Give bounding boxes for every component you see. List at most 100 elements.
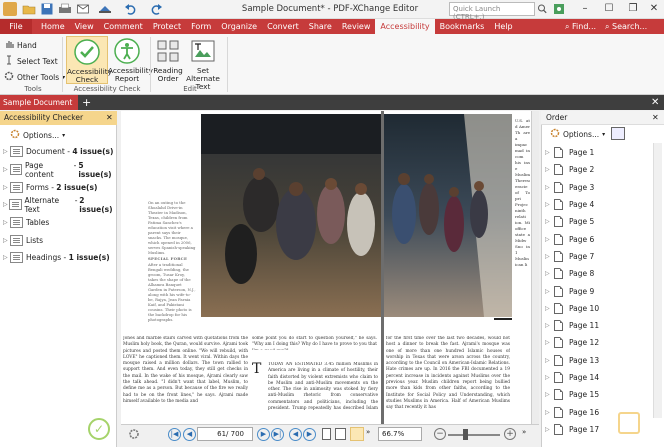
scanner-icon[interactable] [98, 2, 112, 16]
page-list-item[interactable]: ▷ Page 13 [541, 352, 653, 369]
previous-page-button[interactable]: ◀ [183, 428, 196, 441]
zoom-in-button[interactable]: + [504, 428, 516, 440]
single-page-icon[interactable] [322, 428, 331, 440]
page-list-item[interactable]: ▷ Page 11 [541, 317, 653, 334]
order-scrollbar[interactable] [653, 143, 662, 418]
undo-icon[interactable] [124, 2, 138, 16]
page-list-item[interactable]: ▷ Page 4 [541, 196, 653, 213]
redo-icon[interactable] [149, 2, 163, 16]
tree-item[interactable]: ▷ Alternate Text - 2 issue(s) [0, 196, 117, 214]
page-list-item[interactable]: ▷ Page 7 [541, 248, 653, 265]
new-tab-icon[interactable]: + [82, 95, 91, 110]
tab-view[interactable]: View [70, 19, 99, 34]
expand-icon[interactable]: ▷ [545, 166, 554, 173]
print-icon[interactable] [58, 2, 72, 16]
minimize-button[interactable]: – [574, 0, 596, 18]
page-list-item[interactable]: ▷ Page 6 [541, 230, 653, 247]
page-list-item[interactable]: ▷ Page 15 [541, 386, 653, 403]
expand-icon[interactable]: ▷ [545, 374, 554, 381]
tree-item[interactable]: ▷ Forms - 2 issue(s) [0, 178, 117, 196]
close-panel-icon[interactable]: ✕ [106, 111, 113, 125]
expand-icon[interactable]: ▷ [545, 201, 554, 208]
back-view-button[interactable]: ◀ [289, 428, 302, 441]
other-tools-button[interactable]: Other Tools ▾ [4, 71, 65, 83]
expand-icon[interactable]: ▷ [3, 148, 10, 155]
page-number-input[interactable]: 61/ 700 [197, 427, 253, 441]
save-icon[interactable] [40, 2, 54, 16]
tree-item[interactable]: ▷ Document - 4 issue(s) [0, 143, 117, 161]
continuous-page-icon[interactable] [335, 428, 346, 440]
options-button[interactable]: Options... ▾ [10, 129, 65, 141]
tab-convert[interactable]: Convert [262, 19, 304, 34]
expand-icon[interactable]: ▷ [545, 270, 554, 277]
expand-icon[interactable]: ▷ [545, 218, 554, 225]
zoom-input[interactable]: 66.7% [378, 427, 422, 441]
tab-accessibility[interactable]: Accessibility [375, 19, 435, 34]
expand-icon[interactable]: ▷ [3, 166, 10, 173]
email-icon[interactable] [76, 2, 90, 16]
find-button[interactable]: ⌕ Find... [565, 19, 596, 34]
zoom-slider-thumb[interactable] [463, 429, 468, 440]
search-button[interactable]: ⌕ Search... [605, 19, 647, 34]
expand-icon[interactable]: ▷ [545, 322, 554, 329]
open-folder-icon[interactable] [22, 2, 36, 16]
page-list-item[interactable]: ▷ Page 10 [541, 300, 653, 317]
expand-icon[interactable]: ▷ [545, 339, 554, 346]
order-options-button[interactable]: Options... ▾ [550, 128, 605, 140]
accessibility-report-button[interactable]: Accessibility Report [108, 36, 153, 83]
accessibility-check-button[interactable]: Accessibility Check [66, 36, 112, 84]
more-views-icon[interactable]: » [366, 428, 374, 436]
expand-icon[interactable]: ▷ [545, 288, 554, 295]
set-alternate-text-button[interactable]: Set Alternate Text [182, 36, 224, 91]
tab-comment[interactable]: Comment [99, 19, 148, 34]
document-tab[interactable]: Sample Document * [0, 95, 78, 122]
page-list-item[interactable]: ▷ Page 8 [541, 265, 653, 282]
document-scrollbar[interactable] [531, 111, 539, 424]
expand-icon[interactable]: ▷ [545, 409, 554, 416]
tab-share[interactable]: Share [304, 19, 337, 34]
expand-icon[interactable]: ▷ [545, 149, 554, 156]
tree-item[interactable]: ▷ Headings - 1 issue(s) [0, 249, 117, 267]
restore-button[interactable]: ❐ [622, 0, 644, 18]
page-list-item[interactable]: ▷ Page 1 [541, 144, 653, 161]
page-list-item[interactable]: ▷ Page 5 [541, 213, 653, 230]
expand-icon[interactable]: ▷ [545, 391, 554, 398]
expand-icon[interactable]: ▷ [545, 253, 554, 260]
status-gear-icon[interactable] [128, 428, 140, 440]
tab-help[interactable]: Help [489, 19, 517, 34]
tab-file[interactable]: File [0, 19, 32, 34]
expand-icon[interactable]: ▷ [545, 236, 554, 243]
tab-bookmarks[interactable]: Bookmarks [435, 19, 490, 34]
page-list-item[interactable]: ▷ Page 12 [541, 334, 653, 351]
expand-icon[interactable]: ▷ [545, 357, 554, 364]
more-tools-icon[interactable]: » [522, 428, 526, 436]
tree-item[interactable]: ▷ Tables [0, 214, 117, 232]
page-list-item[interactable]: ▷ Page 2 [541, 161, 653, 178]
expand-icon[interactable]: ▷ [3, 219, 10, 226]
tab-organize[interactable]: Organize [216, 19, 262, 34]
page-list-item[interactable]: ▷ Page 3 [541, 179, 653, 196]
next-page-button[interactable]: ▶ [257, 428, 270, 441]
expand-icon[interactable]: ▷ [3, 254, 10, 261]
select-text-button[interactable]: Select Text [4, 55, 58, 67]
expand-icon[interactable]: ▷ [545, 184, 554, 191]
facing-pages-icon[interactable] [350, 427, 364, 441]
expand-icon[interactable]: ▷ [3, 184, 10, 191]
close-panel-icon[interactable]: ✕ [652, 111, 659, 125]
zoom-out-button[interactable]: − [434, 428, 446, 440]
close-window-button[interactable]: ✕ [643, 0, 664, 18]
expand-icon[interactable]: ▷ [545, 305, 554, 312]
zoom-slider[interactable] [448, 434, 500, 436]
quick-launch-search-icon[interactable] [537, 3, 547, 15]
expand-icon[interactable]: ▷ [545, 426, 554, 433]
expand-icon[interactable]: ▷ [3, 237, 10, 244]
forward-view-button[interactable]: ▶ [303, 428, 316, 441]
tab-review[interactable]: Review [337, 19, 376, 34]
tab-form[interactable]: Form [186, 19, 216, 34]
settings-icon[interactable] [552, 2, 566, 16]
page-list-item[interactable]: ▷ Page 14 [541, 369, 653, 386]
reading-order-button[interactable]: Reading Order [153, 36, 183, 83]
tree-item[interactable]: ▷ Lists [0, 231, 117, 249]
tab-protect[interactable]: Protect [148, 19, 186, 34]
tab-home[interactable]: Home [36, 19, 70, 34]
